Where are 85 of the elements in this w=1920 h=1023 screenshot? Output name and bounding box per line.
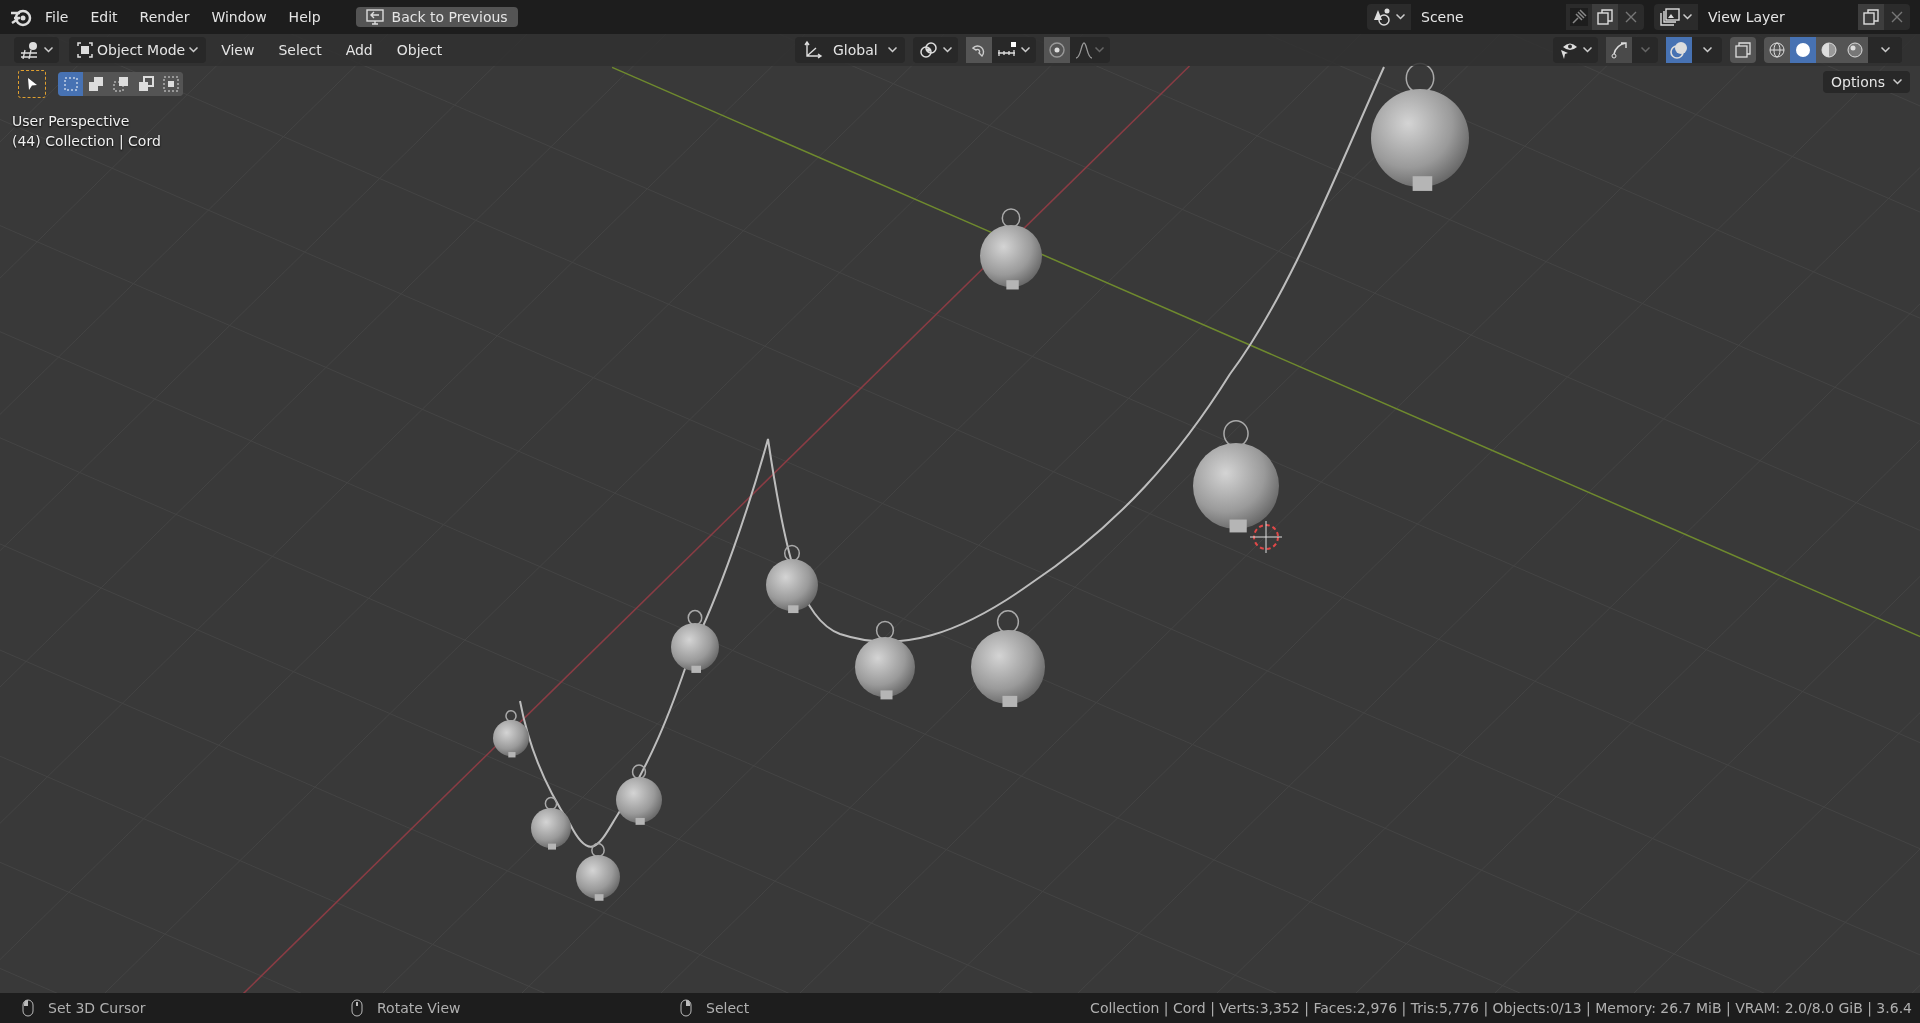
- menu-item[interactable]: Help: [279, 5, 330, 29]
- target-icon: [1047, 41, 1066, 59]
- caret-icon: [887, 47, 897, 53]
- caret-icon: [1683, 14, 1692, 20]
- gizmo-toggle[interactable]: [1606, 37, 1632, 63]
- scene-statistics: Collection | Cord | Verts:3,352 | Faces:2,976 | Tris:5,776 | Objects:0/13 | Memory: 26.7 MiB | VRAM: 2.0/8.0 GiB | 3.6.4: [1090, 1000, 1912, 1016]
- hint-label: Set 3D Cursor: [48, 1000, 146, 1016]
- copy-icon[interactable]: [1597, 9, 1613, 25]
- disc-icon: [1795, 42, 1811, 58]
- options-dropdown[interactable]: Options: [1822, 71, 1910, 93]
- ornament: [531, 796, 571, 850]
- view-name: User Perspective: [12, 113, 131, 129]
- overlapping-circles-icon: [1669, 40, 1689, 60]
- shading-button[interactable]: [1764, 37, 1790, 63]
- xray-icon: [1735, 42, 1751, 58]
- mouse-icon: [680, 999, 692, 1017]
- caret-icon: [1640, 47, 1650, 53]
- pointer-icon: [26, 77, 38, 91]
- pivot-dropdown[interactable]: [912, 37, 958, 63]
- caret-icon: [1021, 47, 1031, 53]
- caret-icon: [1095, 47, 1105, 53]
- squares-icon: [137, 76, 154, 92]
- menu-item[interactable]: Edit: [81, 5, 127, 29]
- xray-toggle[interactable]: [1730, 37, 1756, 63]
- axes-icon: [803, 40, 823, 60]
- caret-icon: [1702, 47, 1712, 53]
- 3d-cursor-icon: [1249, 520, 1283, 554]
- cube-icon: [77, 42, 93, 58]
- caret-icon: [1893, 79, 1902, 85]
- curve-arrow-icon: [1610, 41, 1628, 59]
- mouse-icon: [351, 999, 363, 1017]
- proportional-toggle[interactable]: [1043, 37, 1070, 63]
- shading-button[interactable]: [1790, 37, 1816, 63]
- falloff-curve-icon[interactable]: [1075, 41, 1094, 59]
- globe-icon: [1769, 42, 1785, 58]
- close-icon[interactable]: [1891, 11, 1903, 23]
- hint-label: Select: [706, 1000, 750, 1016]
- increment-icon[interactable]: [997, 41, 1018, 59]
- menu-item[interactable]: Render: [130, 5, 199, 29]
- menu-item[interactable]: Window: [202, 5, 276, 29]
- squares-icon: [62, 76, 79, 92]
- menu-item[interactable]: View: [212, 38, 264, 62]
- editor-type-button[interactable]: [14, 37, 59, 63]
- menu-item[interactable]: Object: [387, 38, 452, 62]
- select-tool-button[interactable]: [18, 70, 46, 98]
- ornament: [493, 709, 529, 758]
- select-mode-button[interactable]: [58, 72, 83, 96]
- link-rings-icon: [918, 41, 939, 59]
- view-layer-field[interactable]: View Layer: [1698, 4, 1858, 30]
- ornament: [616, 764, 662, 825]
- squares-icon: [162, 76, 179, 92]
- snap-toggle[interactable]: [965, 37, 992, 63]
- ornament: [576, 842, 620, 901]
- menu-item[interactable]: Select: [269, 38, 331, 62]
- object-info: (44) Collection | Cord: [12, 133, 161, 149]
- mode-dropdown[interactable]: Object Mode: [69, 37, 207, 63]
- menu-item[interactable]: File: [36, 5, 78, 29]
- scene-icon[interactable]: [1373, 8, 1393, 26]
- caret-icon: [1583, 47, 1592, 53]
- hint-label: Rotate View: [377, 1000, 461, 1016]
- caret-icon: [1880, 47, 1890, 53]
- caret-icon: [44, 47, 53, 53]
- image-stack-icon[interactable]: [1660, 8, 1680, 26]
- shading-button[interactable]: [1842, 37, 1868, 63]
- grid-sphere-icon: [20, 41, 40, 59]
- close-icon[interactable]: [1625, 11, 1637, 23]
- squares-icon: [87, 76, 104, 92]
- scene-field[interactable]: Scene: [1411, 4, 1566, 30]
- menu-item[interactable]: Add: [336, 38, 382, 62]
- caret-icon: [189, 47, 199, 53]
- sphere-icon: [1821, 42, 1837, 58]
- ornament: [671, 609, 719, 673]
- sphere-icon: [1847, 42, 1863, 58]
- orientation-dropdown[interactable]: Global: [795, 37, 905, 63]
- visibility-dropdown[interactable]: [1553, 37, 1598, 63]
- mouse-icon: [22, 999, 34, 1017]
- ornament: [766, 544, 818, 614]
- logo-icon[interactable]: [10, 7, 32, 27]
- overlays-toggle[interactable]: [1666, 37, 1692, 63]
- squares-icon: [112, 76, 129, 92]
- caret-icon: [1396, 14, 1405, 20]
- shading-button[interactable]: [1816, 37, 1842, 63]
- caret-icon: [942, 47, 952, 53]
- copy-icon[interactable]: [1863, 9, 1879, 25]
- back-button[interactable]: Back to Previous: [355, 7, 518, 27]
